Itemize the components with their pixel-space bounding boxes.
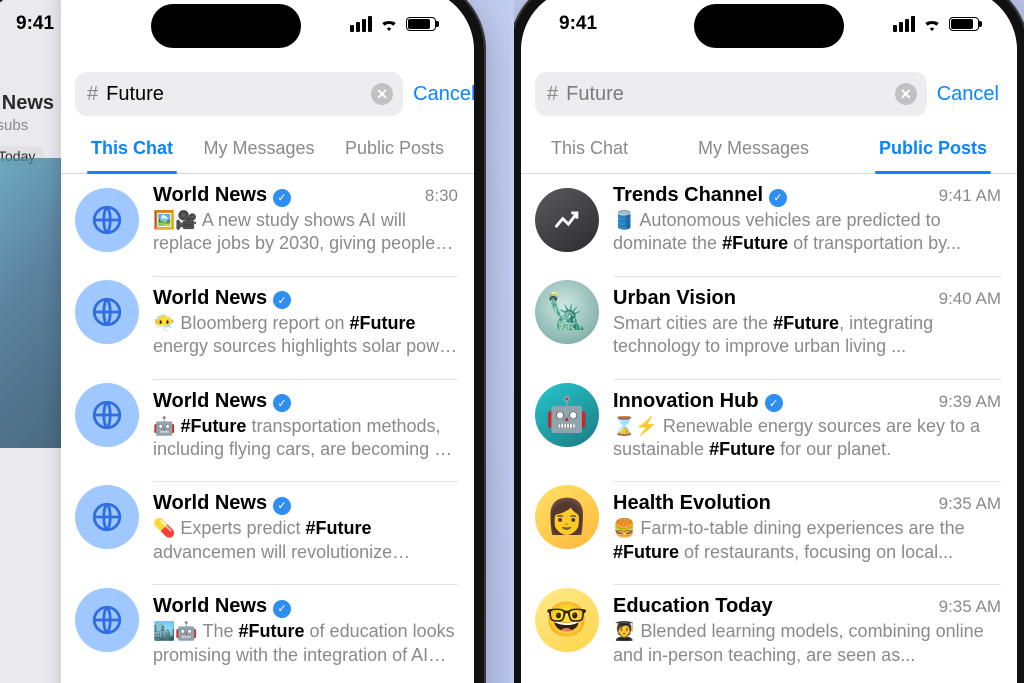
verified-icon: ✓ — [273, 600, 291, 618]
result-time: 9:39 AM — [939, 392, 1001, 412]
result-name: World News — [153, 492, 267, 515]
cancel-button[interactable]: Cancel — [413, 83, 474, 106]
clear-icon[interactable]: ✕ — [371, 83, 393, 105]
result-snippet: 🖼️🎥 A new study shows AI will replace jo… — [153, 209, 458, 256]
avatar: 🤖 — [535, 383, 599, 447]
dynamic-island — [694, 4, 844, 48]
result-row[interactable]: World News ✓ 💊 Experts predict #Future adv… — [61, 471, 474, 574]
results-list[interactable]: Trends Channel ✓ 9:41 AM 🛢️ Autonomous vehi… — [521, 174, 1017, 683]
cellular-icon — [893, 16, 915, 32]
result-time: 8:30 — [425, 186, 458, 206]
avatar: 🤓 — [535, 588, 599, 652]
result-row[interactable]: 🗽 Urban Vision 9:40 AM Smart cities are the… — [521, 266, 1017, 369]
avatar — [75, 383, 139, 447]
result-time: 9:35 AM — [939, 494, 1001, 514]
wifi-icon — [921, 16, 943, 32]
result-name: World News — [153, 287, 267, 310]
search-field[interactable]: # ✕ — [535, 72, 927, 116]
hash-icon: # — [547, 83, 558, 106]
search-panel: # ✕ Cancel This Chat My Messages Public … — [521, 0, 1017, 683]
result-snippet: 🧑‍🎓 Blended learning models, combining o… — [613, 620, 1001, 667]
tab-public-posts[interactable]: Public Posts — [877, 128, 989, 173]
avatar — [75, 188, 139, 252]
tab-my-messages[interactable]: My Messages — [201, 128, 316, 173]
results-list[interactable]: World News ✓ 8:30 🖼️🎥 A new study shows AI … — [61, 174, 474, 683]
result-snippet: 🏙️🤖 The #Future of education looks promi… — [153, 620, 458, 667]
result-snippet: 🍔 Farm-to-table dining experiences are t… — [613, 517, 1001, 564]
status-time: 9:41 — [16, 13, 54, 35]
tab-this-chat[interactable]: This Chat — [549, 128, 630, 173]
result-row[interactable]: Trends Channel ✓ 9:41 AM 🛢️ Autonomous vehi… — [521, 174, 1017, 266]
result-row[interactable]: World News ✓ 😶‍🌫️ Bloomberg report on #Fut… — [61, 266, 474, 369]
result-row[interactable]: World News ✓ 🏙️🤖 The #Future of education … — [61, 574, 474, 677]
screen: 9:41 # ✕ — [521, 0, 1017, 683]
result-row[interactable]: World News ✓ 🤖 #Future transportation meth… — [61, 369, 474, 472]
wifi-icon — [378, 16, 400, 32]
avatar: 👩 — [535, 485, 599, 549]
verified-icon: ✓ — [273, 291, 291, 309]
search-tabs: This Chat My Messages Public Posts — [521, 128, 1017, 174]
result-snippet: ⌛⚡ Renewable energy sources are key to a… — [613, 415, 1001, 462]
search-input[interactable] — [566, 83, 895, 106]
hash-icon: # — [87, 83, 98, 106]
result-name: Trends Channel — [613, 184, 763, 207]
iphone-frame: 9:41 d News 1 subs Today ws AI ng pe tur… — [0, 0, 486, 683]
dynamic-island — [151, 4, 301, 48]
result-snippet: 💊 Experts predict #Future advancemen wil… — [153, 517, 458, 564]
result-row[interactable]: 👩 Health Evolution 9:35 AM 🍔 Farm-to-table … — [521, 471, 1017, 574]
avatar — [75, 280, 139, 344]
result-name: World News — [153, 390, 267, 413]
avatar — [75, 485, 139, 549]
iphone-frame: 9:41 # ✕ — [514, 0, 1024, 683]
result-time: 9:41 AM — [939, 186, 1001, 206]
result-snippet: 🛢️ Autonomous vehicles are predicted to … — [613, 209, 1001, 256]
search-row: # ✕ Cancel — [61, 64, 474, 124]
verified-icon: ✓ — [273, 189, 291, 207]
clear-icon[interactable]: ✕ — [895, 83, 917, 105]
battery-icon — [406, 17, 436, 31]
result-row[interactable]: 🤖 Innovation Hub ✓ 9:39 AM ⌛⚡ Renewable ener… — [521, 369, 1017, 472]
background-chat: d News 1 subs Today ws AI ng pe ture — [0, 0, 62, 683]
battery-icon — [949, 17, 979, 31]
search-input[interactable] — [106, 83, 371, 106]
result-name: Education Today — [613, 595, 773, 618]
result-row[interactable]: 🤓 Education Today 9:35 AM 🧑‍🎓 Blended learn… — [521, 574, 1017, 677]
search-row: # ✕ Cancel — [521, 64, 1017, 124]
status-time: 9:41 — [559, 13, 597, 35]
result-time: 9:40 AM — [939, 289, 1001, 309]
avatar — [535, 188, 599, 252]
avatar: 🗽 — [535, 280, 599, 344]
result-name: World News — [153, 595, 267, 618]
result-snippet: 😶‍🌫️ Bloomberg report on #Future energy … — [153, 312, 458, 359]
search-tabs: This Chat My Messages Public Posts — [61, 128, 474, 174]
search-field[interactable]: # ✕ — [75, 72, 403, 116]
verified-icon: ✓ — [273, 394, 291, 412]
result-snippet: Smart cities are the #Future, integratin… — [613, 312, 1001, 359]
tab-public-posts[interactable]: Public Posts — [343, 128, 446, 173]
verified-icon: ✓ — [769, 189, 787, 207]
result-name: Urban Vision — [613, 287, 736, 310]
verified-icon: ✓ — [765, 394, 783, 412]
result-snippet: 🤖 #Future transportation methods, includ… — [153, 415, 458, 462]
cellular-icon — [350, 16, 372, 32]
result-name: Innovation Hub — [613, 390, 759, 413]
search-panel: # ✕ Cancel This Chat My Messages Public … — [61, 0, 474, 683]
tab-my-messages[interactable]: My Messages — [696, 128, 811, 173]
result-name: World News — [153, 184, 267, 207]
avatar — [75, 588, 139, 652]
verified-icon: ✓ — [273, 497, 291, 515]
result-time: 9:35 AM — [939, 597, 1001, 617]
result-row[interactable]: World News ✓ 8:30 🖼️🎥 A new study shows AI … — [61, 174, 474, 266]
screen: 9:41 d News 1 subs Today ws AI ng pe tur… — [0, 0, 474, 683]
tab-this-chat[interactable]: This Chat — [89, 128, 175, 173]
cancel-button[interactable]: Cancel — [937, 83, 1003, 106]
result-name: Health Evolution — [613, 492, 771, 515]
